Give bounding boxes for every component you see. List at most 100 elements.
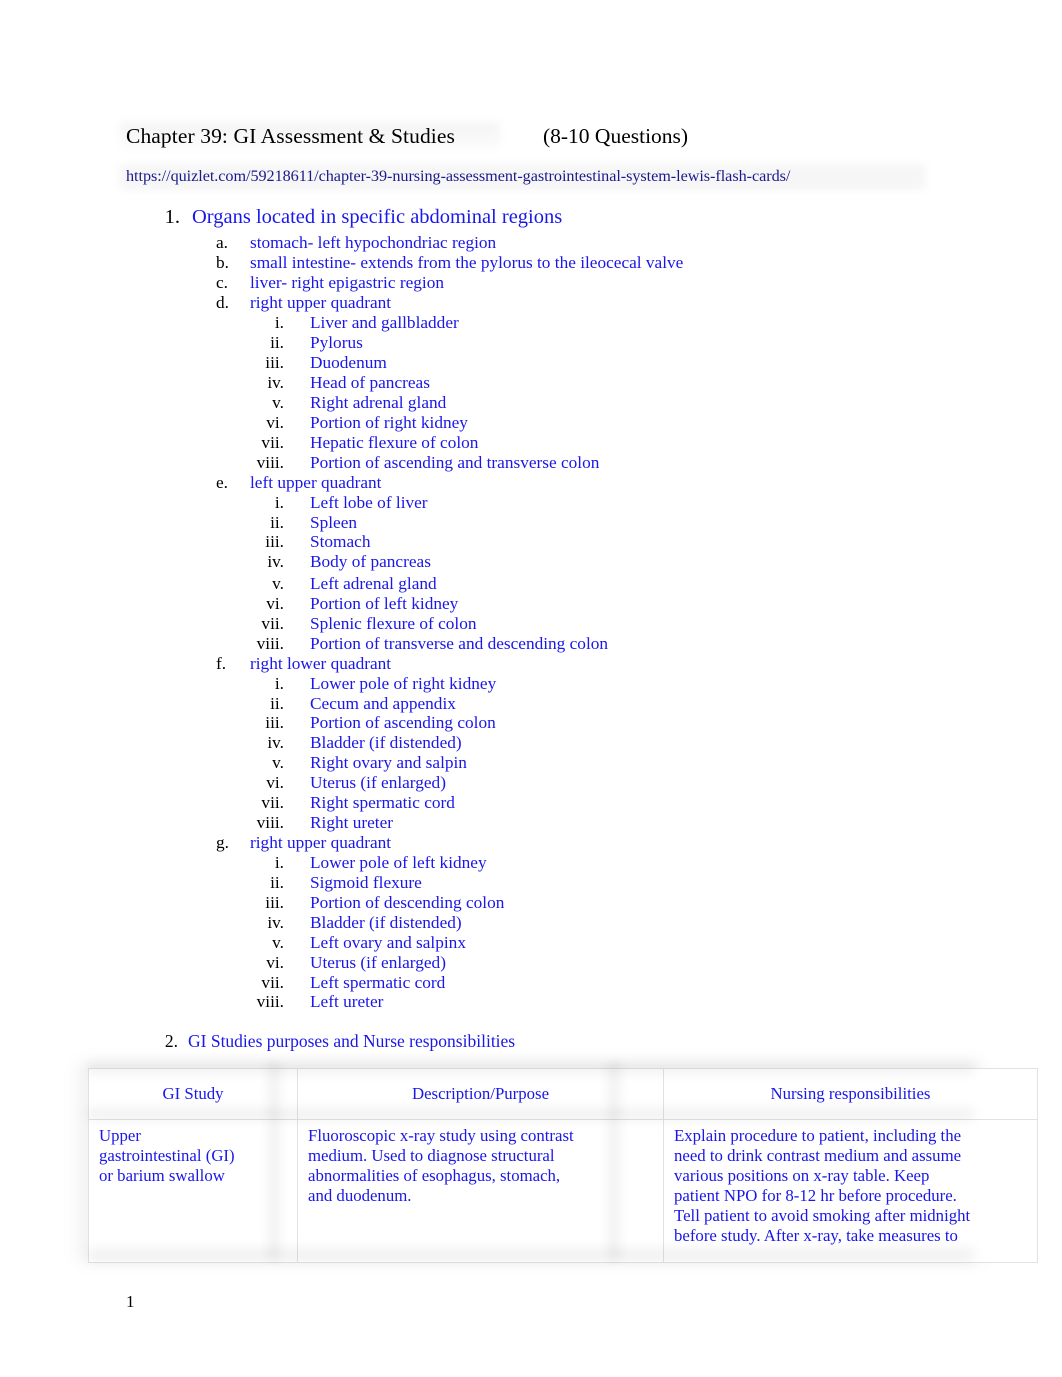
roman-marker: ii. — [270, 513, 284, 532]
list-item: ii. Sigmoid flexure — [240, 873, 422, 893]
outline-item-1b-marker: b. — [216, 253, 229, 272]
list-item: v. Right ovary and salpin — [240, 753, 467, 773]
list-item: ii. Cecum and appendix — [240, 694, 456, 714]
roman-text: Hepatic flexure of colon — [310, 433, 479, 452]
roman-marker: iv. — [267, 913, 284, 932]
outline-item-1b: b. small intestine- extends from the pyl… — [216, 253, 683, 273]
roman-text: Splenic flexure of colon — [310, 614, 477, 633]
roman-text: Lower pole of right kidney — [310, 674, 497, 693]
cell-gi-study: Upper gastrointestinal (GI) or barium sw… — [88, 1119, 298, 1263]
roman-text: Uterus (if enlarged) — [310, 773, 446, 792]
list-item: iv. Bladder (if distended) — [240, 733, 461, 753]
outline-item-1d: d. right upper quadrant — [216, 293, 391, 313]
roman-marker: iii. — [265, 353, 284, 372]
roman-text: Right spermatic cord — [310, 793, 455, 812]
list-item: ii. Pylorus — [240, 333, 363, 353]
roman-marker: vii. — [261, 973, 284, 992]
outline-item-2-text: GI Studies purposes and Nurse responsibi… — [188, 1031, 516, 1051]
outline-item-1g: g. right upper quadrant — [216, 833, 391, 853]
list-item: i. Left lobe of liver — [240, 493, 428, 513]
roman-marker: i. — [274, 493, 284, 512]
list-item: vii. Splenic flexure of colon — [240, 614, 477, 634]
roman-text: Lower pole of left kidney — [310, 853, 487, 872]
roman-text: Cecum and appendix — [310, 694, 456, 713]
list-item: vii. Left spermatic cord — [240, 973, 445, 993]
roman-text: Pylorus — [310, 333, 363, 352]
outline-item-1d-marker: d. — [216, 293, 229, 312]
list-item: vi. Uterus (if enlarged) — [240, 773, 446, 793]
roman-text: Spleen — [310, 513, 358, 532]
roman-text: Body of pancreas — [310, 552, 431, 571]
outline-item-1e-text: left upper quadrant — [250, 473, 382, 492]
cell-line: Upper — [99, 1126, 141, 1145]
page-title: Chapter 39: GI Assessment & Studies — [126, 124, 455, 148]
outline-item-2: 2. GI Studies purposes and Nurse respons… — [156, 1031, 515, 1052]
roman-text: Left adrenal gland — [310, 574, 437, 593]
outline-item-1a-marker: a. — [216, 233, 228, 252]
roman-marker: i. — [274, 853, 284, 872]
roman-marker: iv. — [267, 733, 284, 752]
cell-description: Fluoroscopic x-ray study using contrast … — [297, 1119, 664, 1263]
roman-marker: vi. — [266, 953, 284, 972]
source-url-link[interactable]: https://quizlet.com/59218611/chapter-39-… — [126, 167, 790, 186]
roman-text: Portion of descending colon — [310, 893, 505, 912]
roman-marker: ii. — [270, 333, 284, 352]
list-item: iii. Portion of ascending colon — [240, 713, 496, 733]
outline-item-1c-text: liver- right epigastric region — [250, 273, 445, 292]
cell-line: Fluoroscopic x-ray study using contrast — [308, 1126, 574, 1145]
roman-text: Bladder (if distended) — [310, 913, 462, 932]
roman-marker: iv. — [267, 552, 284, 571]
list-item: i. Lower pole of left kidney — [240, 853, 487, 873]
list-item: iv. Bladder (if distended) — [240, 913, 462, 933]
cell-line: gastrointestinal (GI) — [99, 1146, 235, 1165]
roman-text: Stomach — [310, 532, 371, 551]
page-number: 1 — [126, 1292, 135, 1311]
roman-text: Left lobe of liver — [310, 493, 428, 512]
roman-marker: viii. — [256, 453, 284, 472]
roman-text: Portion of transverse and descending col… — [310, 634, 609, 653]
cell-line: various positions on x-ray table. Keep — [674, 1166, 930, 1185]
cell-line: and duodenum. — [308, 1186, 412, 1205]
roman-text: Portion of ascending and transverse colo… — [310, 453, 600, 472]
roman-marker: viii. — [256, 813, 284, 832]
roman-text: Left ureter — [310, 992, 384, 1011]
roman-text: Portion of ascending colon — [310, 713, 496, 732]
roman-marker: iii. — [265, 893, 284, 912]
outline-item-1e: e. left upper quadrant — [216, 473, 381, 493]
list-item: i. Lower pole of right kidney — [240, 674, 496, 694]
roman-text: Right ovary and salpin — [310, 753, 467, 772]
cell-line: before study. After x-ray, take measures… — [674, 1226, 958, 1245]
roman-marker: ii. — [270, 873, 284, 892]
list-item: vi. Portion of left kidney — [240, 594, 458, 614]
questions-count: (8-10 Questions) — [542, 124, 689, 148]
roman-marker: viii. — [256, 992, 284, 1011]
column-header-gi-study: GI Study — [88, 1068, 298, 1120]
list-item: iv. Body of pancreas — [240, 552, 431, 572]
roman-marker: v. — [272, 574, 284, 593]
outline-item-1a-text: stomach- left hypochondriac region — [250, 233, 497, 252]
list-item: viii. Portion of ascending and transvers… — [240, 453, 600, 473]
list-item: v. Right adrenal gland — [240, 393, 446, 413]
roman-marker: i. — [274, 674, 284, 693]
roman-text: Portion of left kidney — [310, 594, 459, 613]
cell-line: Tell patient to avoid smoking after midn… — [674, 1206, 971, 1225]
cell-line: Explain procedure to patient, including … — [674, 1126, 962, 1145]
outline-item-1e-marker: e. — [216, 473, 228, 492]
outline-item-1d-text: right upper quadrant — [250, 293, 392, 312]
roman-marker: v. — [272, 933, 284, 952]
document-page: Chapter 39: GI Assessment & Studies (8-1… — [0, 0, 1062, 1377]
roman-text: Liver and gallbladder — [310, 313, 459, 332]
roman-marker: vi. — [266, 594, 284, 613]
list-item: i. Liver and gallbladder — [240, 313, 459, 333]
list-item: iii. Duodenum — [240, 353, 387, 373]
outline-item-1c: c. liver- right epigastric region — [216, 273, 444, 293]
outline-item-1f-text: right lower quadrant — [250, 654, 392, 673]
roman-text: Right adrenal gland — [310, 393, 447, 412]
roman-marker: vi. — [266, 413, 284, 432]
roman-marker: iii. — [265, 532, 284, 551]
roman-marker: vii. — [261, 793, 284, 812]
roman-marker: i. — [274, 313, 284, 332]
roman-marker: iv. — [267, 373, 284, 392]
roman-marker: vi. — [266, 773, 284, 792]
outline-item-1-text: Organs located in specific abdominal reg… — [192, 206, 563, 228]
